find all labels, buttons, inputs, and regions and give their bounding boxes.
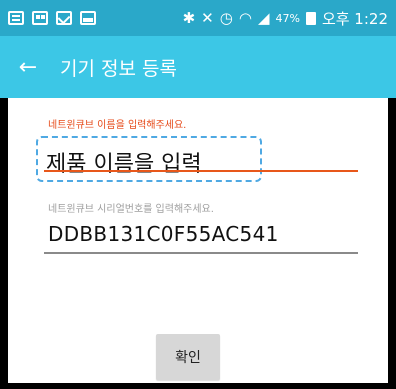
name-field-underline [44, 170, 358, 172]
device-name-input[interactable]: 제품 이름을 입력 [46, 146, 358, 178]
clock: 오후 1:22 [321, 9, 388, 28]
image-icon [80, 11, 96, 25]
message-icon [8, 11, 24, 25]
name-field-label: 네트윈큐브 이름을 입력해주세요. [48, 120, 187, 131]
page-title: 기기 정보 등록 [60, 57, 177, 80]
app-bar: ← 기기 정보 등록 [0, 36, 396, 98]
grid-icon [32, 11, 48, 25]
back-arrow-icon[interactable]: ← [0, 55, 56, 80]
serial-number-input[interactable]: DDBB131C0F55AC541 [48, 222, 360, 252]
mute-icon: ✕ [201, 9, 214, 27]
notification-icons [8, 11, 96, 25]
alarm-icon: ◷ [219, 9, 233, 27]
system-status: ✱ ✕ ◷ ◠ ◢ 47% 오후 1:22 [183, 8, 388, 29]
signal-icon: ◢ [257, 9, 270, 27]
mail-icon [56, 11, 72, 25]
status-bar: ✱ ✕ ◷ ◠ ◢ 47% 오후 1:22 [0, 0, 396, 36]
serial-field-label: 네트윈큐브 시리얼번호를 입력해주세요. [48, 204, 214, 215]
bluetooth-icon: ✱ [182, 9, 196, 27]
battery-percent: 47% [275, 11, 300, 25]
serial-field-underline [44, 252, 358, 254]
battery-icon [305, 11, 316, 25]
form-panel: 네트윈큐브 이름을 입력해주세요. 제품 이름을 입력 네트윈큐브 시리얼번호를… [8, 98, 388, 383]
wifi-icon: ◠ [238, 9, 252, 27]
confirm-button[interactable]: 확인 [156, 334, 220, 380]
